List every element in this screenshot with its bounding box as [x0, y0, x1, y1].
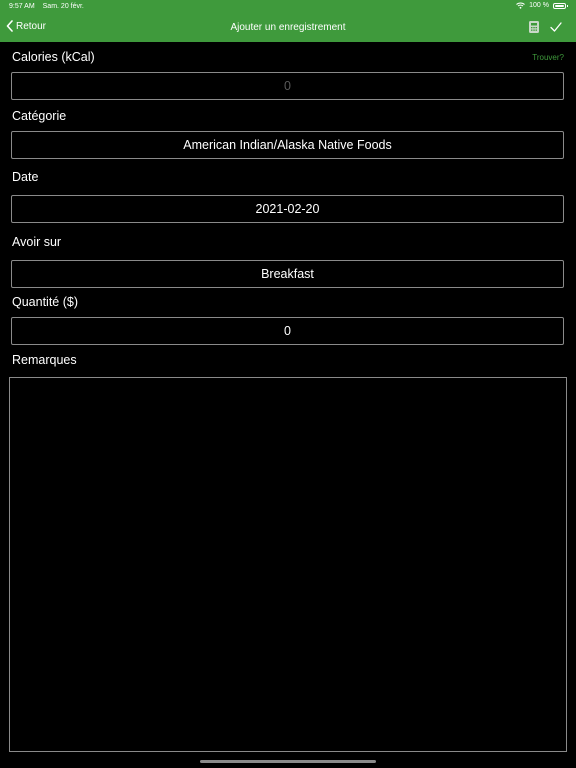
status-bar: 9:57 AM Sam. 20 févr. 100 %	[0, 0, 576, 14]
page-title: Ajouter un enregistrement	[230, 22, 346, 33]
checkmark-icon[interactable]	[550, 22, 562, 32]
status-date: Sam. 20 févr.	[42, 3, 84, 10]
calories-input[interactable]	[11, 72, 564, 100]
category-label: Catégorie	[12, 109, 67, 123]
meal-field[interactable]: Breakfast	[11, 260, 564, 288]
notes-textarea[interactable]	[9, 377, 567, 752]
date-field[interactable]: 2021-02-20	[11, 195, 564, 223]
battery-percent: 100 %	[529, 2, 549, 9]
home-indicator[interactable]	[200, 760, 376, 763]
category-field[interactable]: American Indian/Alaska Native Foods	[11, 131, 564, 159]
calories-label: Calories (kCal)	[12, 50, 95, 64]
quantity-label: Quantité ($)	[12, 295, 79, 309]
status-time: 9:57 AM	[9, 3, 35, 10]
quantity-field[interactable]: 0	[11, 317, 564, 345]
wifi-icon	[516, 2, 525, 9]
date-label: Date	[12, 170, 39, 184]
notes-label: Remarques	[12, 353, 77, 367]
battery-icon	[553, 2, 568, 9]
status-left: 9:57 AM Sam. 20 févr.	[9, 3, 90, 10]
status-right: 100 %	[516, 2, 568, 9]
find-link[interactable]: Trouver?	[532, 53, 564, 62]
nav-bar: Retour Ajouter un enregistrement	[0, 14, 576, 42]
meal-label: Avoir sur	[12, 235, 62, 249]
calculator-icon[interactable]	[529, 21, 539, 33]
